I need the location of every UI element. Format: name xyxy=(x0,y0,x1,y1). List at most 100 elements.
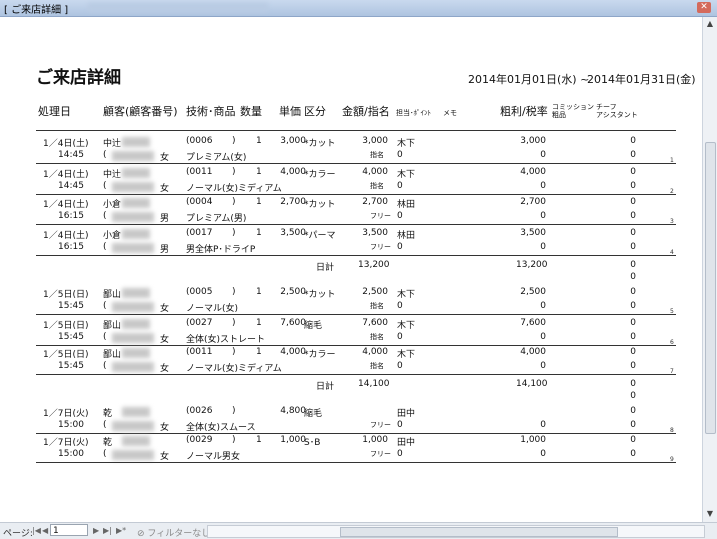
row-code: (0029 xyxy=(186,435,213,445)
filter-status[interactable]: ⊘ フィルターなし xyxy=(137,526,210,539)
row-staff: 木下 xyxy=(397,139,416,149)
first-page-icon[interactable]: |◀ xyxy=(32,526,41,535)
row-item: プレミアム(女) xyxy=(186,153,247,163)
row-price: 2,500 xyxy=(280,287,306,297)
prev-page-icon[interactable]: ◀ xyxy=(42,526,48,535)
row-price: 7,600 xyxy=(280,318,306,328)
row-code-close: ) xyxy=(232,318,236,328)
row-amount: 4,000 xyxy=(362,167,388,177)
row-item: 男全体P･ドライP xyxy=(186,245,256,255)
row-qty: 1 xyxy=(256,167,262,177)
row-time: 15:00 xyxy=(58,449,84,459)
row-code: (0026 xyxy=(186,406,213,416)
row-customer-name: 鄙山 xyxy=(103,350,122,360)
row-profit: 1,000 xyxy=(520,435,546,445)
row-amount: 4,000 xyxy=(362,347,388,357)
row-qty: 1 xyxy=(256,136,262,146)
close-icon[interactable]: ✕ xyxy=(697,2,711,13)
new-record-icon[interactable]: ▶* xyxy=(116,526,126,535)
row-rule xyxy=(36,194,676,195)
row-code: (0017 xyxy=(186,228,213,238)
vertical-scrollbar[interactable]: ▲ ▼ xyxy=(702,17,717,522)
row-qty: 1 xyxy=(256,287,262,297)
row-category: *カット xyxy=(304,200,336,210)
row-paren: ( xyxy=(103,301,107,311)
scroll-down-icon[interactable]: ▼ xyxy=(705,509,715,519)
redacted-customer-number xyxy=(112,450,154,460)
redacted-customer-name xyxy=(122,319,150,329)
row-category: 縮毛 xyxy=(304,321,323,331)
subtotal-commission: 0 xyxy=(630,379,636,389)
row-chief: 0 xyxy=(630,181,636,191)
row-code: (0011 xyxy=(186,167,213,177)
row-gender: 女 xyxy=(160,452,170,462)
row-code-close: ) xyxy=(232,287,236,297)
row-item: ノーマル(女)ミディアム xyxy=(186,184,282,194)
row-code: (0006 xyxy=(186,136,213,146)
row-profit: 7,600 xyxy=(520,318,546,328)
row-time: 14:45 xyxy=(58,150,84,160)
redacted-customer-number xyxy=(112,421,154,431)
row-tax: 0 xyxy=(540,301,546,311)
row-category: *カット xyxy=(304,290,336,300)
row-customer-name: 乾 xyxy=(103,409,113,419)
row-points: 0 xyxy=(397,211,403,221)
row-gender: 女 xyxy=(160,364,170,374)
horizontal-scrollbar[interactable] xyxy=(207,525,705,538)
row-rule xyxy=(36,462,676,463)
row-profit: 3,500 xyxy=(520,228,546,238)
header-item: 技術･商品 xyxy=(186,105,236,118)
subtotal-amount: 13,200 xyxy=(358,260,390,270)
row-date: 1／5日(日) xyxy=(43,350,89,360)
row-points: 0 xyxy=(397,449,403,459)
last-page-icon[interactable]: ▶| xyxy=(103,526,112,535)
row-tax: 0 xyxy=(540,211,546,221)
row-rule xyxy=(36,374,676,375)
row-gender: 男 xyxy=(160,214,170,224)
subtotal-profit: 14,100 xyxy=(516,379,548,389)
row-customer-name: 小倉 xyxy=(103,200,122,210)
row-paren: ( xyxy=(103,332,107,342)
redacted-customer-name xyxy=(122,288,150,298)
row-tax: 0 xyxy=(540,420,546,430)
period-from: 2014年01月01日(水) ~ xyxy=(468,73,590,86)
row-date: 1／4日(土) xyxy=(43,170,89,180)
row-qty: 1 xyxy=(256,318,262,328)
subtotal-profit: 13,200 xyxy=(516,260,548,270)
row-category: *カラー xyxy=(304,350,336,360)
row-customer-name: 中辻 xyxy=(103,170,122,180)
row-profit: 4,000 xyxy=(520,167,546,177)
header-date: 処理日 xyxy=(38,105,71,118)
row-tax: 0 xyxy=(540,181,546,191)
row-price: 4,000 xyxy=(280,167,306,177)
report-page: ご来店詳細 2014年01月01日(水) ~ 2014年01月31日(金) 処理… xyxy=(0,17,703,522)
row-chief: 0 xyxy=(630,420,636,430)
row-staff: 林田 xyxy=(397,200,416,210)
row-nomination: 指名 xyxy=(370,333,384,341)
horizontal-scroll-thumb[interactable] xyxy=(340,527,618,537)
row-time: 15:45 xyxy=(58,361,84,371)
row-paren: ( xyxy=(103,242,107,252)
subtotal-commission: 0 xyxy=(630,260,636,270)
row-amount: 1,000 xyxy=(362,435,388,445)
row-code-close: ) xyxy=(232,228,236,238)
row-staff: 田中 xyxy=(397,438,416,448)
row-code: (0027 xyxy=(186,318,213,328)
page-number-input[interactable]: 1 xyxy=(50,524,88,536)
scroll-thumb[interactable] xyxy=(705,142,716,434)
row-customer-name: 小倉 xyxy=(103,231,122,241)
row-code-close: ) xyxy=(232,136,236,146)
row-customer-name: 乾 xyxy=(103,438,113,448)
row-gender: 女 xyxy=(160,184,170,194)
scroll-up-icon[interactable]: ▲ xyxy=(705,19,715,29)
row-paren: ( xyxy=(103,211,107,221)
row-profit: 2,700 xyxy=(520,197,546,207)
row-tax: 0 xyxy=(540,332,546,342)
row-gender: 女 xyxy=(160,153,170,163)
row-staff: 木下 xyxy=(397,350,416,360)
row-commission: 0 xyxy=(630,167,636,177)
next-page-icon[interactable]: ▶ xyxy=(93,526,99,535)
redacted-customer-name xyxy=(122,168,150,178)
row-rule xyxy=(36,255,676,256)
header-chief-2: アシスタント xyxy=(596,111,638,119)
